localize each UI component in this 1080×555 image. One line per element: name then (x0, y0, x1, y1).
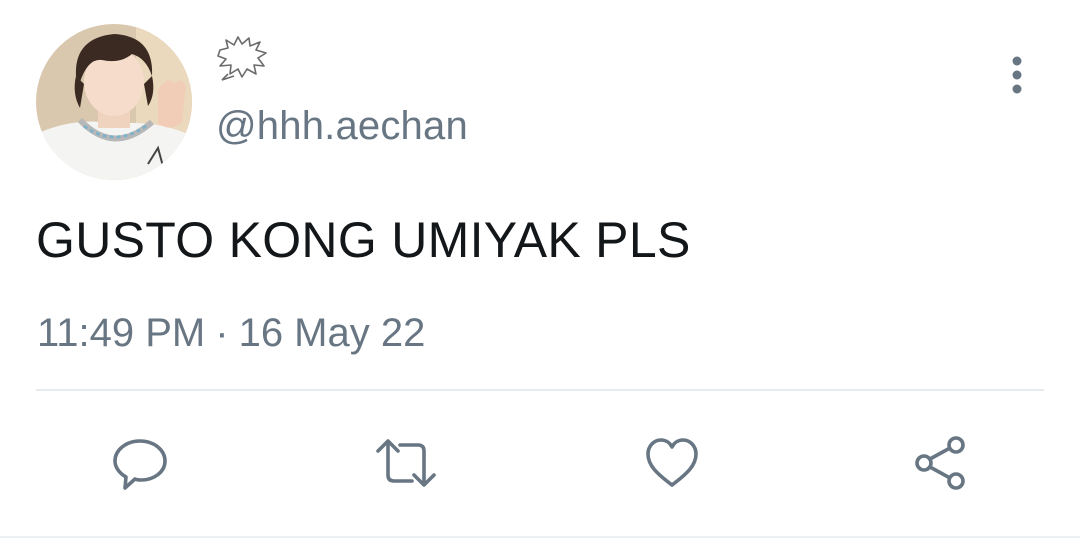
tweet-timestamp: 11:49 PM · 16 May 22 (37, 311, 425, 356)
retweet-button[interactable] (372, 430, 440, 496)
share-icon (915, 436, 965, 490)
avatar-photo (36, 24, 192, 180)
tweet-time: 11:49 PM (37, 311, 206, 355)
timestamp-separator: · (215, 311, 229, 355)
share-button[interactable] (906, 430, 974, 496)
speech-burst-icon (217, 36, 267, 81)
bottom-border (0, 536, 1080, 538)
tweet-date: 16 May 22 (238, 311, 426, 355)
more-options-button[interactable] (1000, 52, 1034, 100)
avatar[interactable] (36, 24, 192, 180)
like-button[interactable] (638, 430, 706, 496)
tweet-text: GUSTO KONG UMIYAK PLS (36, 212, 691, 268)
more-vertical-icon (1012, 56, 1022, 94)
tweet-card: @hhh.aechan GUSTO KONG UMIYAK PLS 11:49 … (0, 0, 1080, 555)
comment-bubble-icon (113, 439, 167, 490)
retweet-icon (376, 439, 436, 487)
reply-button[interactable] (106, 430, 174, 496)
divider (36, 389, 1044, 391)
user-handle[interactable]: @hhh.aechan (216, 104, 468, 149)
heart-icon (646, 438, 698, 487)
